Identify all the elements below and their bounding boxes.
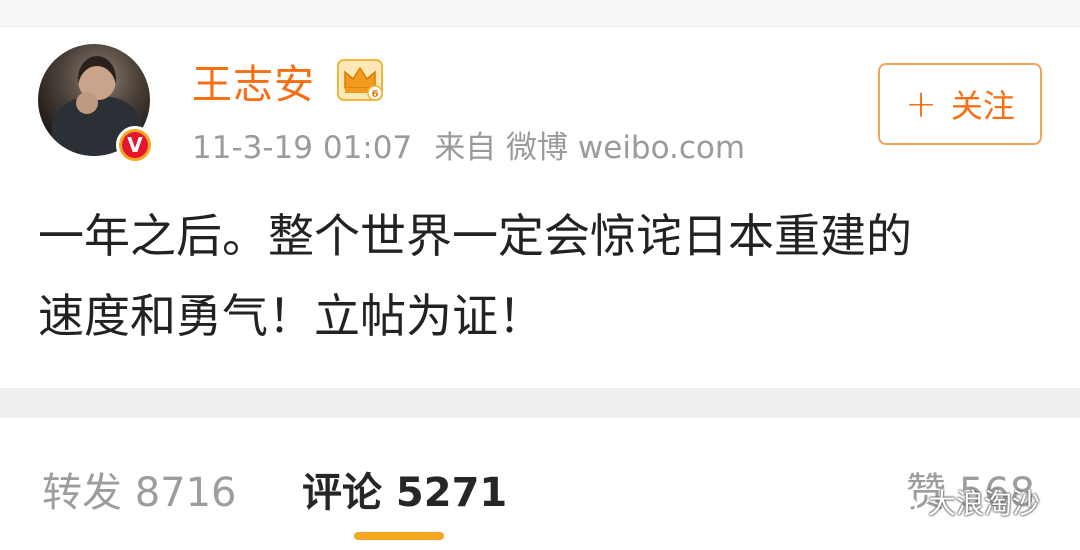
section-divider xyxy=(0,388,1080,418)
plus-icon: + xyxy=(905,82,937,126)
tab-comment[interactable]: 评论 5271 xyxy=(302,460,507,518)
post-content-line: 速度和勇气！立帖为证！ xyxy=(38,289,544,343)
follow-button[interactable]: + 关注 xyxy=(878,63,1042,145)
watermark: 大浪淘沙 xyxy=(878,482,1040,522)
active-tab-indicator xyxy=(354,532,444,540)
post-source[interactable]: 来自 微博 weibo.com xyxy=(434,130,745,166)
avatar-hand-shape xyxy=(76,92,98,114)
top-strip xyxy=(0,0,1080,27)
username[interactable]: 王志安 xyxy=(192,52,315,110)
post-content: 一年之后。整个世界一定会惊诧日本重建的 速度和勇气！立帖为证！ xyxy=(38,196,1038,356)
wechat-icon xyxy=(878,487,918,517)
crown-level-6-icon: 6 xyxy=(337,59,383,101)
svg-text:6: 6 xyxy=(372,89,379,100)
verified-badge-icon: V xyxy=(116,126,154,164)
tab-repost[interactable]: 转发 8716 xyxy=(42,460,237,518)
watermark-text: 大浪淘沙 xyxy=(928,487,1041,520)
post-timestamp: 11-3-19 01:07 xyxy=(192,130,413,166)
post-meta: 11-3-19 01:07 来自 微博 weibo.com xyxy=(192,122,767,167)
verified-mark: V xyxy=(122,132,148,158)
follow-label: 关注 xyxy=(950,87,1015,125)
post-content-line: 一年之后。整个世界一定会惊诧日本重建的 xyxy=(38,209,912,263)
